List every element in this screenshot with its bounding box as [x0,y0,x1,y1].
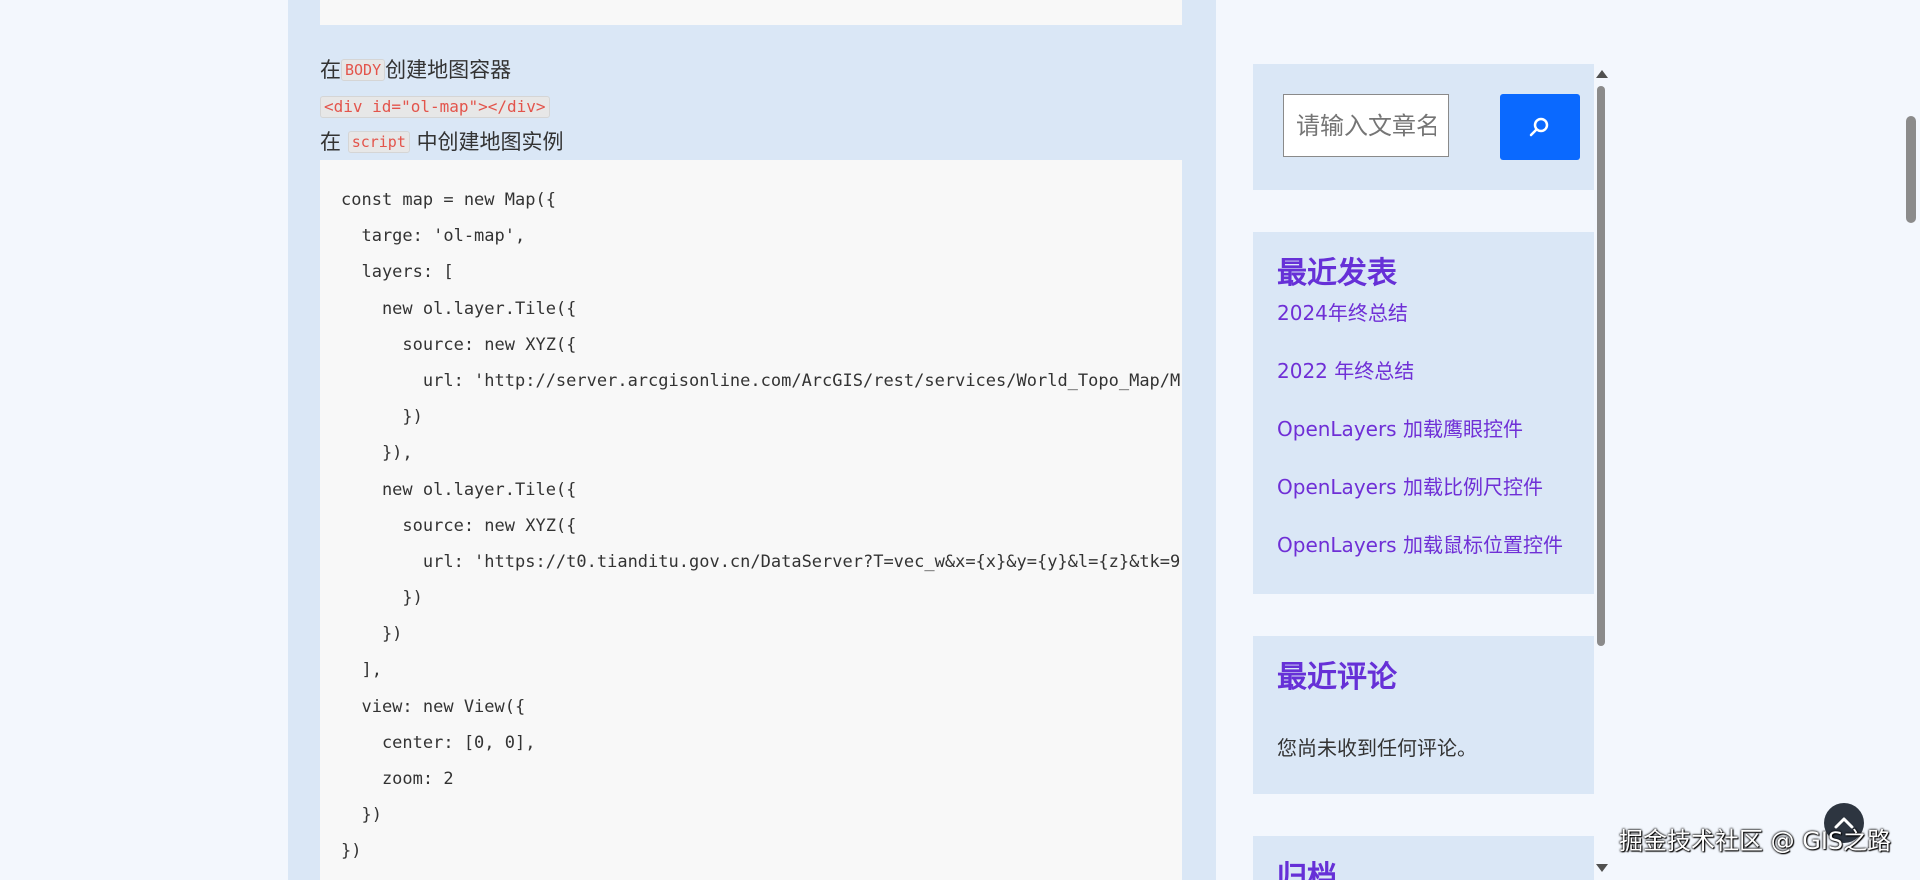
paragraph-prefix: 在 [320,130,341,154]
code-line: ], [341,660,382,681]
inline-code-body: BODY [341,59,386,81]
code-line: view: new View({ [341,696,526,717]
recent-post-link[interactable]: 2022 年终总结 [1277,357,1563,415]
inline-code-div: <div id="ol-map"></div> [320,96,550,118]
paragraph-prefix: 在 [320,58,341,82]
recent-post-link-text[interactable]: OpenLayers 加载鹰眼控件 [1277,417,1523,441]
recent-post-link-text[interactable]: OpenLayers 加载鼠标位置控件 [1277,533,1563,557]
code-line: center: [0, 0], [341,732,536,753]
recent-post-link[interactable]: OpenLayers 加载比例尺控件 [1277,473,1563,531]
code-line: }), [341,443,413,464]
recent-post-link[interactable]: OpenLayers 加载鹰眼控件 [1277,415,1563,473]
inline-code-script: script [347,131,410,153]
page-scrollbar[interactable] [1902,0,1920,880]
code-line: }) [341,588,423,609]
code-content: const map = new Map({ targe: 'ol-map', l… [320,160,1182,870]
recent-post-link[interactable]: OpenLayers 加载鼠标位置控件 [1277,531,1563,589]
code-line: url: 'http://server.arcgisonline.com/Arc… [341,370,1181,391]
code-line: url: 'https://t0.tianditu.gov.cn/DataSer… [341,551,1181,572]
recent-posts-title: 最近发表 [1277,256,1397,291]
code-line: targe: 'ol-map', [341,226,526,247]
search-widget [1253,64,1594,190]
search-icon [1529,117,1549,137]
recent-comments-title: 最近评论 [1277,660,1397,695]
paragraph-body-container: 在 BODY 创建地图容器 [320,55,511,85]
watermark: 掘金技术社区 @ GIS之路 [1619,827,1892,855]
previous-code-block [320,0,1182,25]
scroll-up-arrow-icon[interactable] [1596,70,1608,78]
page: 在 BODY 创建地图容器 <div id="ol-map"></div> 在 sc… [0,0,1920,880]
code-line: }) [341,841,362,862]
paragraph-suffix: 创建地图容器 [385,58,512,82]
code-line: }) [341,805,382,826]
archive-widget: 归档 [1253,836,1594,880]
recent-post-link-text[interactable]: OpenLayers 加载比例尺控件 [1277,475,1543,499]
recent-comments-widget: 最近评论 您尚未收到任何评论。 [1253,636,1594,794]
paragraph-script-instance: 在 script 中创建地图实例 [320,127,564,157]
sidebar-scrollbar[interactable] [1594,64,1608,880]
code-line: source: new XYZ({ [341,515,577,536]
code-line: layers: [ [341,262,454,283]
scroll-down-arrow-icon[interactable] [1596,864,1608,872]
page-scrollbar-thumb[interactable] [1906,116,1916,223]
recent-posts-list: 2024年终总结 2022 年终总结 OpenLayers 加载鹰眼控件 Ope… [1277,299,1563,589]
map-div-snippet: <div id="ol-map"></div> [320,96,550,120]
code-line: }) [341,407,423,428]
code-line: zoom: 2 [341,769,454,789]
code-line: new ol.layer.Tile({ [341,298,577,319]
recent-post-link-text[interactable]: 2024年终总结 [1277,301,1408,325]
code-line: }) [341,624,403,645]
code-line: source: new XYZ({ [341,334,577,355]
no-comments-text: 您尚未收到任何评论。 [1277,736,1477,760]
recent-posts-widget: 最近发表 2024年终总结 2022 年终总结 OpenLayers 加载鹰眼控… [1253,232,1594,594]
sidebar-scrollbar-thumb[interactable] [1597,86,1605,646]
recent-post-link[interactable]: 2024年终总结 [1277,299,1563,357]
search-input[interactable] [1283,94,1449,157]
search-button[interactable] [1500,94,1580,160]
archive-title: 归档 [1277,860,1337,880]
recent-post-link-text[interactable]: 2022 年终总结 [1277,359,1414,383]
code-line: new ol.layer.Tile({ [341,479,577,500]
code-block-map: const map = new Map({ targe: 'ol-map', l… [320,160,1182,880]
article-content: 在 BODY 创建地图容器 <div id="ol-map"></div> 在 sc… [288,0,1216,880]
code-line: const map = new Map({ [341,190,556,210]
paragraph-suffix: 中创建地图实例 [416,130,564,154]
